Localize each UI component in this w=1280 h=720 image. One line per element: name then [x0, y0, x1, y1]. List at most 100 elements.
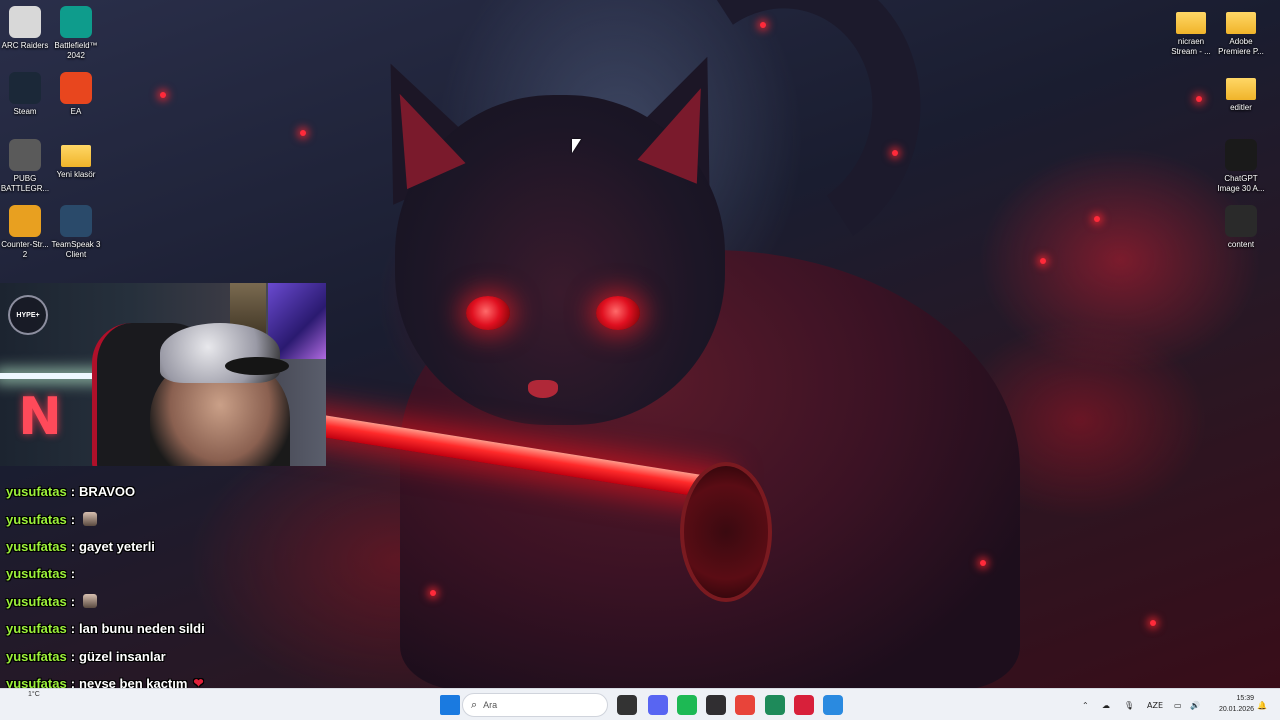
chat-text: güzel insanlar	[79, 648, 166, 664]
desktop-icon-label: EA	[70, 107, 82, 116]
wallpaper-ember	[980, 560, 986, 566]
desktop-icon-label: PUBG BATTLEGR...	[0, 174, 50, 193]
desktop-icon-label: Yeni klasör	[56, 170, 96, 179]
chatterino-icon[interactable]	[765, 695, 785, 715]
chat-separator: :	[70, 566, 76, 582]
system-clock[interactable]: 15:39 20.01.2026	[1206, 693, 1254, 715]
wallpaper-ember	[760, 22, 766, 28]
tray-overflow-icon[interactable]: ⌃	[1082, 689, 1089, 720]
chat-emote-icon	[83, 512, 98, 527]
desktop-icon-label: Battlefield™ 2042	[54, 41, 98, 60]
wallpaper-cat-nose	[528, 380, 558, 398]
wallpaper-ember	[1040, 258, 1046, 264]
ea-icon	[60, 72, 92, 104]
discord-icon[interactable]	[648, 695, 668, 715]
desktop-icon[interactable]: ChatGPT Image 30 A...	[1214, 139, 1268, 194]
wallpaper-ember	[1094, 216, 1100, 222]
chat-username: yusufatas	[6, 511, 67, 527]
folder-icon	[1226, 78, 1256, 100]
desktop-icon[interactable]: Yeni klasör	[49, 139, 103, 180]
chat-message: yusufatas: gayet yeterli	[6, 533, 326, 560]
chat-separator: :	[70, 648, 76, 664]
onedrive-icon[interactable]: ☁	[1102, 689, 1110, 720]
desktop-icon[interactable]: EA	[49, 72, 103, 117]
folder-icon	[1226, 12, 1256, 34]
obs-icon[interactable]	[706, 695, 726, 715]
desktop-icon[interactable]: nicraen Stream - ...	[1164, 6, 1218, 57]
desktop-icon[interactable]: editler	[1214, 72, 1268, 113]
chat-separator: :	[70, 538, 76, 554]
chat-message: yusufatas:	[6, 560, 326, 587]
wallpaper-ember	[1196, 96, 1202, 102]
spotify-icon[interactable]	[677, 695, 697, 715]
desktop-icon[interactable]: Battlefield™ 2042	[49, 6, 103, 61]
chat-message: yusufatas: BRAVOO	[6, 478, 326, 505]
battlefield-icon	[60, 6, 92, 38]
mouse-cursor-icon	[572, 139, 581, 153]
wallpaper-ember	[430, 590, 436, 596]
chat-username: yusufatas	[6, 593, 67, 609]
chat-emote-icon	[83, 594, 98, 609]
microphone-icon[interactable]: 🎙	[1124, 689, 1134, 720]
wallpaper-ember	[1150, 620, 1156, 626]
desktop-icon-label: TeamSpeak 3 Client	[51, 240, 101, 259]
chrome-icon[interactable]	[735, 695, 755, 715]
task-view-icon[interactable]	[617, 695, 637, 715]
language-indicator[interactable]: AZE	[1147, 689, 1163, 720]
chat-separator: :	[70, 484, 76, 500]
volume-icon[interactable]: 🔊	[1190, 689, 1200, 720]
desktop-icon-label: content	[1227, 240, 1255, 249]
chat-username: yusufatas	[6, 484, 67, 500]
wallpaper-cat-eye	[466, 296, 510, 330]
chat-message: yusufatas: güzel insanlar	[6, 642, 326, 669]
chat-text: lan bunu neden sildi	[79, 621, 205, 637]
desktop-icon-label: ARC Raiders	[1, 41, 49, 50]
folder-icon	[1176, 12, 1206, 34]
hype-badge: HYPE+	[8, 295, 48, 335]
wallpaper-cat-eye	[596, 296, 640, 330]
teamspeak-icon	[60, 205, 92, 237]
chat-text: BRAVOO	[79, 484, 136, 500]
desktop-icon[interactable]: Steam	[0, 72, 52, 117]
content-file-icon	[1225, 205, 1257, 237]
desktop-icon[interactable]: content	[1214, 205, 1268, 250]
search-placeholder: Ara	[483, 700, 498, 710]
image-file-icon	[1225, 139, 1257, 171]
arc-raiders-icon	[9, 6, 41, 38]
wallpaper-ember	[160, 92, 166, 98]
wallpaper-katana-guard	[680, 462, 772, 602]
weather-widget[interactable]: 1°C	[28, 691, 40, 698]
steam-icon	[9, 72, 41, 104]
wallpaper-ember	[300, 130, 306, 136]
start-icon[interactable]	[440, 695, 460, 715]
chat-text: gayet yeterli	[79, 538, 155, 554]
webcam-streamer-cap-brim	[225, 357, 289, 375]
desktop-icon[interactable]: TeamSpeak 3 Client	[49, 205, 103, 260]
desktop-icon[interactable]: PUBG BATTLEGR...	[0, 139, 52, 194]
chat-overlay: yusufatas: BRAVOO yusufatas: yusufatas: gaye…	[6, 478, 326, 720]
adobe-app-icon[interactable]	[794, 695, 814, 715]
desktop-icon[interactable]: Counter-Str... 2	[0, 205, 52, 260]
webcam-overlay: HYPE+ N	[0, 283, 326, 466]
taskbar-search[interactable]: ⌕ Ara	[462, 693, 608, 717]
photos-icon[interactable]	[823, 695, 843, 715]
desktop-icon-label: editler	[1230, 103, 1252, 112]
wallpaper-ember	[892, 150, 898, 156]
counter-strike-icon	[9, 205, 41, 237]
pubg-icon	[9, 139, 41, 171]
notification-bell-icon[interactable]: 🔔	[1257, 689, 1267, 720]
desktop-icon-label: Counter-Str... 2	[1, 240, 49, 259]
chat-message: yusufatas:	[6, 588, 326, 615]
chat-separator: :	[70, 593, 76, 609]
clock-date: 20.01.2026	[1218, 706, 1254, 713]
desktop-icon[interactable]: Adobe Premiere P...	[1214, 6, 1268, 57]
taskbar: 1°C ⌕ Ara ⌃ ☁ 🎙 AZE ▭ 🔊 15:39 20.01.2026…	[0, 688, 1280, 720]
chat-username: yusufatas	[6, 538, 67, 554]
network-icon[interactable]: ▭	[1174, 689, 1182, 720]
desktop-icon[interactable]: ARC Raiders	[0, 6, 52, 51]
chat-username: yusufatas	[6, 648, 67, 664]
clock-time: 15:39	[1236, 695, 1254, 702]
desktop-icon-label: ChatGPT Image 30 A...	[1217, 174, 1265, 193]
chat-message: yusufatas:	[6, 505, 326, 532]
desktop-icon-label: Adobe Premiere P...	[1218, 37, 1264, 56]
